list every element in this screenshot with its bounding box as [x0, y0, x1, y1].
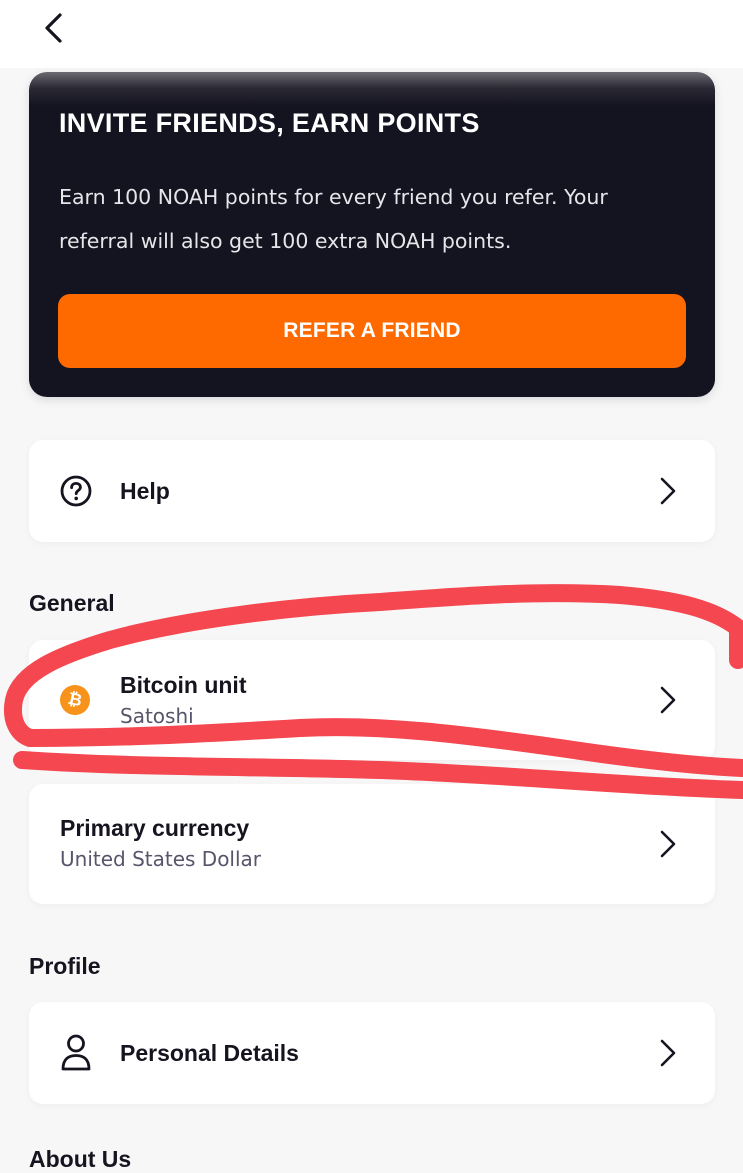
bitcoin-icon: ₿: [57, 682, 93, 718]
chevron-right-icon: [660, 1039, 676, 1067]
primary-currency-label: Primary currency: [60, 815, 250, 841]
primary-currency-value: United States Dollar: [60, 847, 262, 871]
help-label: Help: [120, 478, 170, 504]
top-bar: [0, 0, 743, 68]
personal-details-row[interactable]: Personal Details: [29, 1002, 715, 1104]
help-row[interactable]: Help: [29, 440, 715, 542]
chevron-left-icon: [45, 13, 62, 43]
refer-a-friend-button[interactable]: REFER A FRIEND: [58, 294, 686, 368]
bitcoin-unit-label: Bitcoin unit: [120, 672, 247, 698]
user-icon: [60, 1033, 92, 1078]
chevron-right-icon: [660, 477, 676, 505]
question-circle-icon: [60, 475, 92, 512]
chevron-right-icon: [660, 686, 676, 714]
section-title-about-us: About Us: [29, 1146, 132, 1172]
primary-currency-row[interactable]: Primary currency United States Dollar: [29, 784, 715, 904]
bitcoin-unit-value: Satoshi: [120, 704, 194, 728]
bitcoin-unit-row[interactable]: ₿ Bitcoin unit Satoshi: [29, 640, 715, 760]
promo-title: INVITE FRIENDS, EARN POINTS: [59, 108, 480, 138]
personal-details-label: Personal Details: [120, 1040, 299, 1066]
section-title-general: General: [29, 590, 115, 616]
section-title-profile: Profile: [29, 953, 101, 979]
back-button[interactable]: [34, 8, 74, 48]
chevron-right-icon: [660, 830, 676, 858]
promo-description: Earn 100 NOAH points for every friend yo…: [59, 185, 608, 253]
referral-promo-card: INVITE FRIENDS, EARN POINTS Earn 100 NOA…: [29, 72, 715, 397]
